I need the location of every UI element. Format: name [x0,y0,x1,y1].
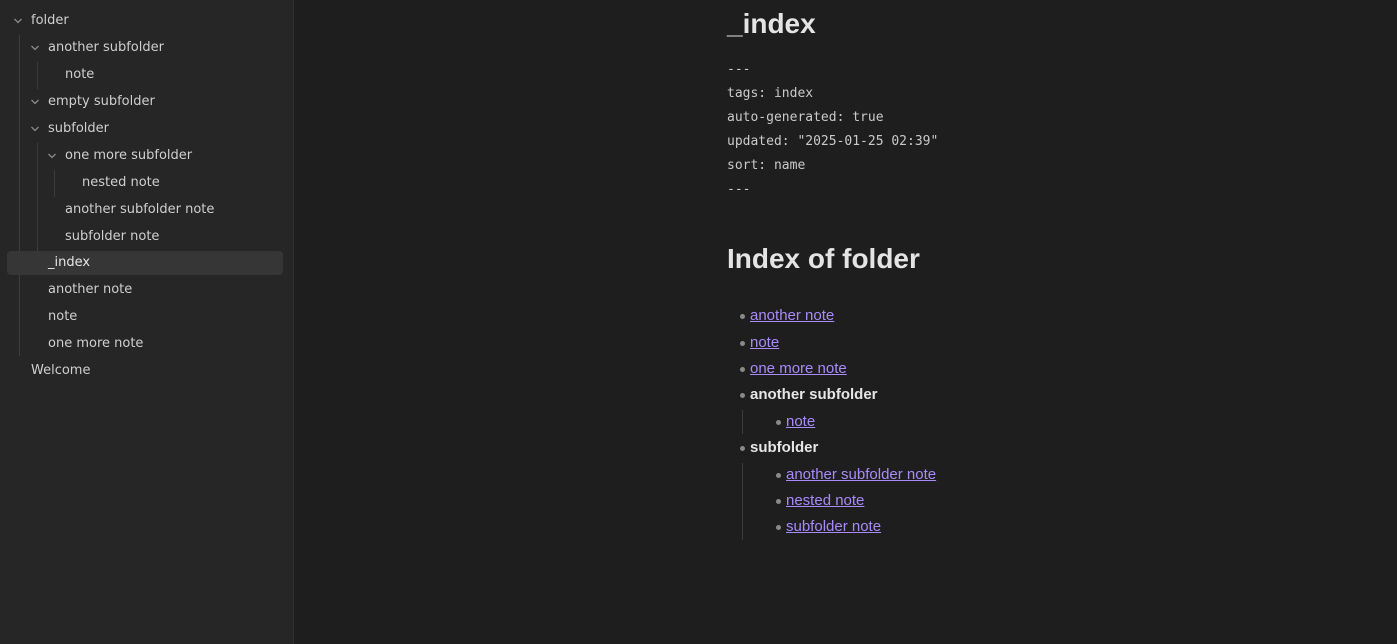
chevron-down-icon[interactable] [29,36,41,60]
internal-link-note[interactable]: note [750,334,779,351]
tree-item-label: subfolder note [65,229,160,244]
internal-link-subfolder-note-note[interactable]: note [786,413,815,430]
tree-file-note-2[interactable]: note [25,305,283,329]
list-item: another subfolder note [786,464,936,486]
list-bullet [740,367,745,372]
tree-item-label: _index [48,255,91,270]
tree-file-nested-note[interactable]: nested note [59,171,283,195]
tree-item-label: nested note [82,175,160,190]
list-indent-guide [742,410,743,434]
page-title: _index [727,8,816,39]
list-item: one more note [750,358,847,380]
internal-link-another-note[interactable]: another note [750,307,834,324]
chevron-down-icon[interactable] [29,90,41,114]
file-explorer-sidebar: folder another subfolder note empty subf… [0,0,294,644]
list-item: subfolder note [786,516,881,538]
list-item: note [786,411,815,433]
tree-guide [54,170,55,197]
tree-file-another-subfolder-note[interactable]: another subfolder note [42,198,283,222]
tree-file-another-note[interactable]: another note [25,278,283,302]
internal-link-one-more-note[interactable]: one more note [750,360,847,377]
list-item-folder-another-subfolder: another subfolder [750,386,878,403]
editor-pane: _index --- tags: index auto-generated: t… [295,0,1397,644]
tree-guide [19,35,20,356]
tree-guide [37,143,38,251]
internal-link-subfolder-note[interactable]: subfolder note [786,518,881,535]
tree-file-one-more-note[interactable]: one more note [25,332,283,356]
list-bullet [776,420,781,425]
tree-file-note[interactable]: note [42,63,283,87]
tree-item-label: empty subfolder [48,94,155,109]
list-item: another note [750,305,834,327]
tree-item-label: another subfolder note [65,202,215,217]
list-item-folder-subfolder: subfolder [750,439,819,456]
frontmatter-block: --- tags: index auto-generated: true upd… [727,58,938,202]
list-bullet [776,525,781,530]
list-bullet [776,499,781,504]
frontmatter-delimiter: --- [727,182,751,197]
tree-item-label: note [48,309,78,324]
tree-file-index-active[interactable]: _index [7,251,283,275]
chevron-down-icon[interactable] [12,9,24,33]
section-heading: Index of folder [727,243,920,274]
frontmatter-updated: updated: "2025-01-25 02:39" [727,134,939,149]
tree-item-label: note [65,67,95,82]
list-bullet [740,341,745,346]
tree-folder-empty-subfolder[interactable]: empty subfolder [25,90,283,114]
chevron-down-icon[interactable] [29,117,41,141]
list-bullet [776,473,781,478]
list-item: note [750,332,779,354]
tree-item-label: folder [31,13,69,28]
list-bullet [740,314,745,319]
tree-file-subfolder-note[interactable]: subfolder note [42,225,283,249]
tree-folder-another-subfolder[interactable]: another subfolder [25,36,283,60]
list-indent-guide [742,463,743,540]
list-bullet [740,393,745,398]
list-bullet [740,446,745,451]
tree-folder-subfolder[interactable]: subfolder [25,117,283,141]
internal-link-another-subfolder-note[interactable]: another subfolder note [786,466,936,483]
tree-item-label: one more subfolder [65,148,193,163]
tree-item-label: subfolder [48,121,110,136]
tree-file-welcome[interactable]: Welcome [8,359,283,383]
chevron-down-icon[interactable] [46,144,58,168]
tree-item-label: another subfolder [48,40,164,55]
tree-guide [37,62,38,89]
tree-item-label: one more note [48,336,144,351]
tree-folder-folder[interactable]: folder [8,9,283,33]
frontmatter-tags: tags: index [727,86,814,101]
frontmatter-sort: sort: name [727,158,806,173]
frontmatter-auto-generated: auto-generated: true [727,110,884,125]
list-item: nested note [786,490,864,512]
tree-item-label: Welcome [31,363,91,378]
internal-link-nested-note[interactable]: nested note [786,492,864,509]
frontmatter-delimiter: --- [727,62,751,77]
tree-folder-one-more-subfolder[interactable]: one more subfolder [42,144,283,168]
tree-item-label: another note [48,282,133,297]
